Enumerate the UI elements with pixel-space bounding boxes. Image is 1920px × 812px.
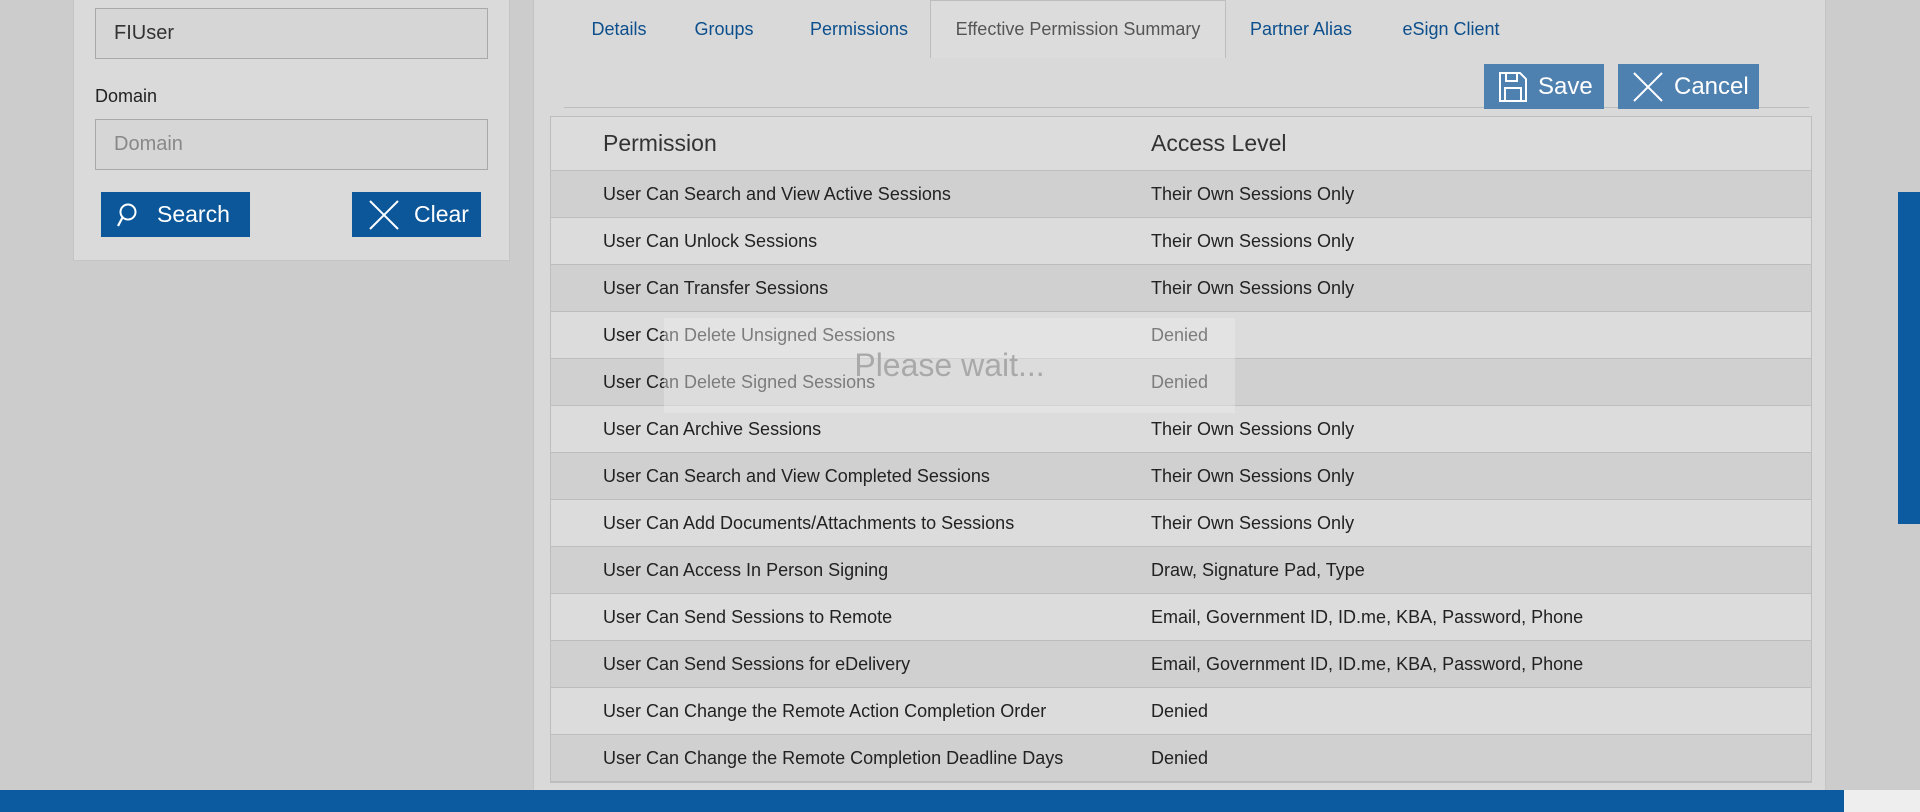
table-header: Permission Access Level (551, 117, 1811, 171)
permission-cell: User Can Access In Person Signing (603, 559, 889, 580)
table-row: User Can Change the Remote Action Comple… (551, 688, 1811, 735)
permission-cell: User Can Send Sessions to Remote (603, 606, 893, 627)
tab-permissions[interactable]: Permissions (774, 0, 944, 58)
permission-cell: User Can Unlock Sessions (603, 230, 818, 251)
please-wait-overlay: Please wait... (664, 318, 1235, 413)
access-level-cell: Their Own Sessions Only (1151, 418, 1355, 439)
access-level-cell: Email, Government ID, ID.me, KBA, Passwo… (1151, 653, 1584, 674)
table-row: User Can Add Documents/Attachments to Se… (551, 500, 1811, 547)
search-button-label: Search (157, 201, 230, 227)
permission-cell: User Can Change the Remote Action Comple… (603, 700, 1047, 721)
table-row: User Can Change the Remote Completion De… (551, 735, 1811, 782)
table-row: User Can Search and View Completed Sessi… (551, 453, 1811, 500)
access-level-cell: Their Own Sessions Only (1151, 277, 1355, 298)
clear-button[interactable]: Clear (352, 192, 481, 237)
column-header-access-level: Access Level (1151, 130, 1287, 156)
table-row: User Can Archive Sessions Their Own Sessi… (551, 406, 1811, 453)
table-row: User Can Transfer Sessions Their Own Sess… (551, 265, 1811, 312)
permission-cell: User Can Add Documents/Attachments to Se… (603, 512, 1015, 533)
clear-button-label: Clear (414, 201, 469, 227)
tab-effective-permission-summary[interactable]: Effective Permission Summary (930, 0, 1226, 58)
floppy-disk-icon (1499, 71, 1527, 102)
permission-cell: User Can Search and View Active Sessions (603, 183, 951, 204)
table-row: User Can Send Sessions to Remote Email, G… (551, 594, 1811, 641)
search-panel: FIUser Domain Domain Search Clear (73, 0, 510, 261)
tab-details[interactable]: Details (564, 0, 674, 58)
access-level-cell: Denied (1151, 747, 1209, 768)
username-value: FIUser (114, 22, 174, 44)
permission-cell: User Can Send Sessions for eDelivery (603, 653, 911, 674)
permission-cell: User Can Search and View Completed Sessi… (603, 465, 990, 486)
domain-placeholder: Domain (114, 133, 183, 155)
please-wait-message: Please wait... (854, 347, 1045, 383)
close-icon (1633, 71, 1663, 102)
cancel-button[interactable]: Cancel (1618, 64, 1759, 109)
save-button-label: Save (1538, 72, 1593, 100)
permission-summary-table: Permission Access Level User Can Search … (550, 116, 1812, 783)
cancel-button-label: Cancel (1674, 72, 1749, 100)
access-level-cell: Their Own Sessions Only (1151, 465, 1355, 486)
close-icon (369, 199, 399, 230)
search-button[interactable]: Search (101, 192, 250, 237)
access-level-cell: Denied (1151, 324, 1209, 345)
permission-cell: User Can Change the Remote Completion De… (603, 747, 1064, 768)
table-row: User Can Search and View Active Sessions… (551, 171, 1811, 218)
permission-cell: User Can Transfer Sessions (603, 277, 829, 298)
access-level-cell: Their Own Sessions Only (1151, 230, 1355, 251)
domain-label: Domain (95, 86, 158, 106)
access-level-cell: Denied (1151, 700, 1209, 721)
table-row: User Can Send Sessions for eDelivery Emai… (551, 641, 1811, 688)
access-level-cell: Their Own Sessions Only (1151, 512, 1355, 533)
access-level-cell: Their Own Sessions Only (1151, 183, 1355, 204)
tab-partner-alias[interactable]: Partner Alias (1226, 0, 1376, 58)
table-body: User Can Search and View Active Sessions… (551, 171, 1811, 782)
footer-corner (1844, 790, 1920, 812)
access-level-cell: Denied (1151, 371, 1209, 392)
domain-field[interactable]: Domain (95, 119, 488, 170)
username-field[interactable]: FIUser (95, 8, 488, 59)
tab-groups[interactable]: Groups (674, 0, 774, 58)
side-scroll-indicator[interactable] (1898, 192, 1920, 524)
access-level-cell: Email, Government ID, ID.me, KBA, Passwo… (1151, 606, 1584, 627)
search-icon (117, 203, 137, 227)
tab-esign-client[interactable]: eSign Client (1376, 0, 1526, 58)
footer-bar (0, 790, 1844, 812)
permission-cell: User Can Archive Sessions (603, 418, 822, 439)
tab-bar: Details Groups Permissions Effective Per… (534, 0, 1825, 58)
column-header-permission: Permission (603, 130, 717, 156)
access-level-cell: Draw, Signature Pad, Type (1151, 559, 1365, 580)
table-row: User Can Access In Person Signing Draw, S… (551, 547, 1811, 594)
table-row: User Can Unlock Sessions Their Own Sessio… (551, 218, 1811, 265)
save-button[interactable]: Save (1484, 64, 1604, 109)
